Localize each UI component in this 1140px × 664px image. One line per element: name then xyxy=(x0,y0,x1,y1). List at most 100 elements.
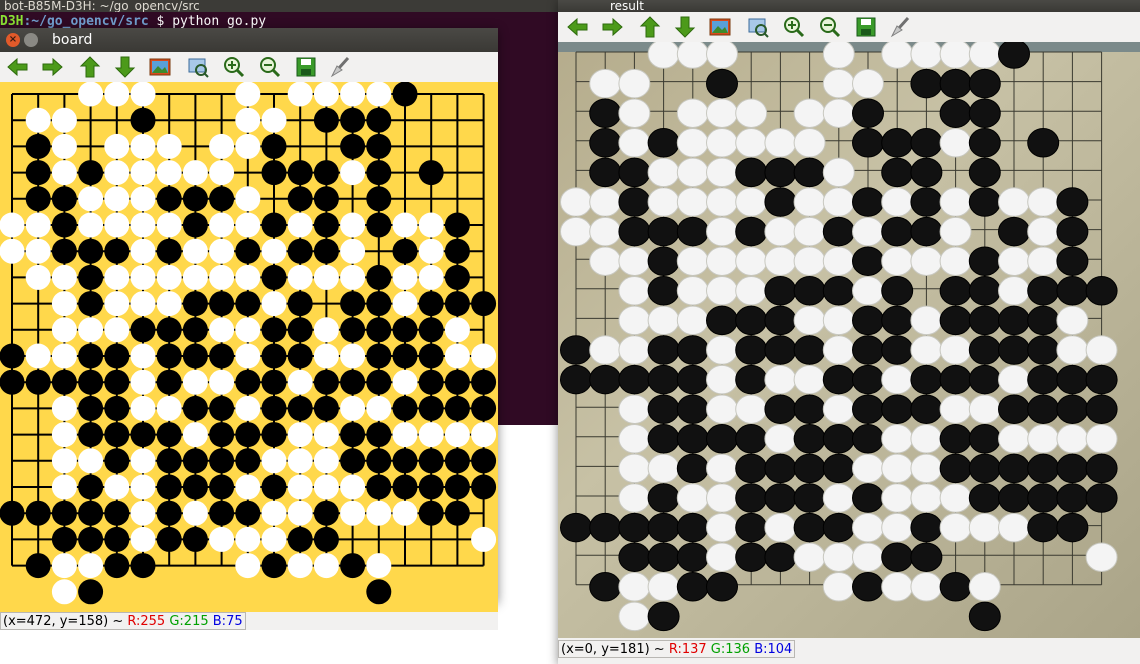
zoom-fit-icon[interactable] xyxy=(746,16,770,38)
save-icon[interactable] xyxy=(854,16,878,38)
white-stone xyxy=(418,264,444,290)
black-stone xyxy=(793,453,826,484)
white-stone xyxy=(78,186,104,212)
terminal-prompt[interactable]: D3H:~/go_opencv/src $ python go.py xyxy=(0,12,560,29)
white-stone xyxy=(182,422,208,448)
white-stone xyxy=(676,246,709,276)
black-stone xyxy=(366,422,392,448)
black-stone xyxy=(910,157,943,188)
black-stone xyxy=(156,448,182,474)
black-stone xyxy=(764,305,797,336)
black-stone xyxy=(706,424,738,454)
black-stone xyxy=(1027,453,1060,484)
black-stone xyxy=(209,343,235,369)
black-stone xyxy=(130,553,156,579)
black-stone xyxy=(261,343,287,369)
white-stone xyxy=(822,483,855,513)
minimize-icon[interactable] xyxy=(24,33,38,47)
white-stone xyxy=(261,500,287,526)
image-icon[interactable] xyxy=(708,16,732,38)
white-stone xyxy=(130,343,156,369)
image-icon[interactable] xyxy=(148,56,172,78)
close-icon[interactable]: × xyxy=(6,33,20,47)
white-stone xyxy=(910,483,943,513)
zoom-out-icon[interactable] xyxy=(258,56,282,78)
white-stone xyxy=(366,500,392,526)
go-board-canvas[interactable] xyxy=(0,81,498,612)
black-stone xyxy=(51,186,77,212)
zoom-out-icon[interactable] xyxy=(818,16,842,38)
white-stone xyxy=(130,448,156,474)
white-stone xyxy=(735,187,768,217)
black-stone xyxy=(104,500,130,526)
black-stone xyxy=(589,572,622,602)
white-stone xyxy=(910,39,943,69)
black-stone xyxy=(998,453,1030,484)
white-stone xyxy=(51,317,77,343)
black-stone xyxy=(735,453,768,484)
white-stone xyxy=(706,394,738,424)
black-stone xyxy=(0,369,25,395)
zoom-fit-icon[interactable] xyxy=(186,56,210,78)
black-stone xyxy=(910,542,943,572)
white-stone xyxy=(939,512,972,543)
white-stone xyxy=(78,81,104,107)
black-stone xyxy=(764,335,797,365)
result-window-title: result xyxy=(610,0,644,13)
white-stone xyxy=(852,453,884,484)
black-stone xyxy=(822,453,855,484)
white-stone xyxy=(998,512,1030,543)
zoom-in-icon[interactable] xyxy=(222,56,246,78)
black-stone xyxy=(366,212,392,238)
black-stone xyxy=(444,212,470,238)
white-stone xyxy=(130,264,156,290)
arrow-down-icon[interactable] xyxy=(113,56,137,78)
white-stone xyxy=(261,448,287,474)
black-stone xyxy=(764,394,797,424)
white-stone xyxy=(261,107,287,133)
black-stone xyxy=(560,335,592,365)
white-stone xyxy=(939,246,972,276)
white-stone xyxy=(706,39,738,69)
arrow-left-icon[interactable] xyxy=(6,56,30,78)
properties-icon[interactable] xyxy=(328,56,352,78)
black-stone xyxy=(1056,394,1089,424)
black-stone xyxy=(852,394,884,424)
white-stone xyxy=(881,572,914,602)
white-stone xyxy=(735,246,768,276)
black-stone xyxy=(51,369,77,395)
save-icon[interactable] xyxy=(294,56,318,78)
white-stone xyxy=(182,500,208,526)
black-stone xyxy=(881,305,914,336)
result-titlebar[interactable]: result xyxy=(558,0,1140,12)
white-stone xyxy=(1056,305,1089,336)
arrow-right-icon[interactable] xyxy=(600,16,624,38)
black-stone xyxy=(209,186,235,212)
arrow-down-icon[interactable] xyxy=(673,16,697,38)
white-stone xyxy=(647,39,680,69)
white-stone xyxy=(130,500,156,526)
white-stone xyxy=(939,394,972,424)
properties-icon[interactable] xyxy=(888,16,912,38)
black-stone xyxy=(471,291,497,317)
black-stone xyxy=(25,160,51,186)
white-stone xyxy=(340,343,366,369)
arrow-left-icon[interactable] xyxy=(566,16,590,38)
board-titlebar[interactable]: × board xyxy=(0,28,498,52)
white-stone xyxy=(78,317,104,343)
black-stone xyxy=(822,424,855,454)
arrow-up-icon[interactable] xyxy=(78,56,102,78)
arrow-right-icon[interactable] xyxy=(40,56,64,78)
black-stone xyxy=(156,343,182,369)
zoom-in-icon[interactable] xyxy=(782,16,806,38)
black-stone xyxy=(392,238,418,264)
black-stone xyxy=(910,128,943,158)
board-photo-canvas[interactable] xyxy=(558,39,1140,638)
white-stone xyxy=(340,500,366,526)
black-stone xyxy=(793,512,826,543)
white-stone xyxy=(366,553,392,579)
white-stone xyxy=(764,512,797,543)
black-stone xyxy=(968,335,1001,365)
black-stone xyxy=(939,572,972,602)
arrow-up-icon[interactable] xyxy=(638,16,662,38)
